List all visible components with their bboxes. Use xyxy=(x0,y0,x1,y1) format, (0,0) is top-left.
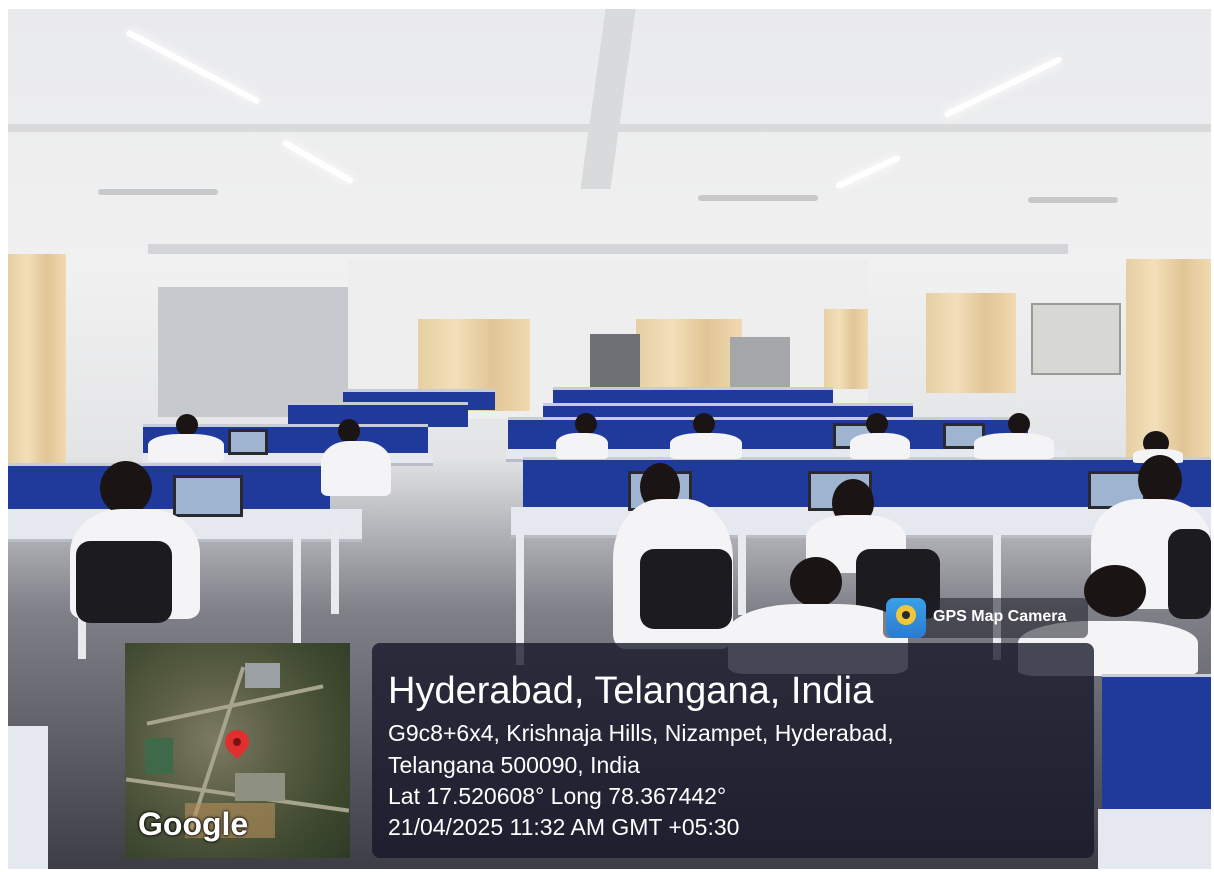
window xyxy=(158,287,348,417)
desk xyxy=(8,726,48,869)
ceiling-bulkhead xyxy=(148,244,1068,254)
app-name: GPS Map Camera xyxy=(933,608,1067,625)
curtain xyxy=(8,254,66,464)
laptop-screen xyxy=(228,429,268,455)
ceiling-beam xyxy=(580,9,636,189)
ceiling-fan xyxy=(698,195,818,201)
ceiling-light xyxy=(125,29,261,105)
google-logo: Google xyxy=(138,806,249,842)
curtain xyxy=(926,293,1016,393)
ceiling-light xyxy=(281,139,355,185)
ceiling-fan xyxy=(98,189,218,195)
cubicle-partition xyxy=(1102,674,1211,812)
cabinet xyxy=(590,334,640,394)
desk xyxy=(1098,809,1211,869)
curtain xyxy=(1126,259,1211,459)
desk-leg xyxy=(293,539,301,644)
address-line-2: Telangana 500090, India xyxy=(388,752,640,778)
map-pin-camera-icon xyxy=(886,598,926,638)
desk-leg xyxy=(738,535,746,615)
ceiling-light xyxy=(943,55,1063,119)
desk-leg xyxy=(331,529,339,614)
coordinates: Lat 17.520608° Long 78.367442° xyxy=(388,783,727,809)
wall-cabinet xyxy=(1031,303,1121,375)
datetime: 21/04/2025 11:32 AM GMT +05:30 xyxy=(388,814,740,840)
curtain xyxy=(824,309,868,389)
laptop-screen xyxy=(173,475,243,517)
address-line-1: G9c8+6x4, Krishnaja Hills, Nizampet, Hyd… xyxy=(388,720,894,746)
ceiling-fan xyxy=(1028,197,1118,203)
ceiling-light xyxy=(835,154,901,190)
location-title: Hyderabad, Telangana, India xyxy=(388,670,874,712)
